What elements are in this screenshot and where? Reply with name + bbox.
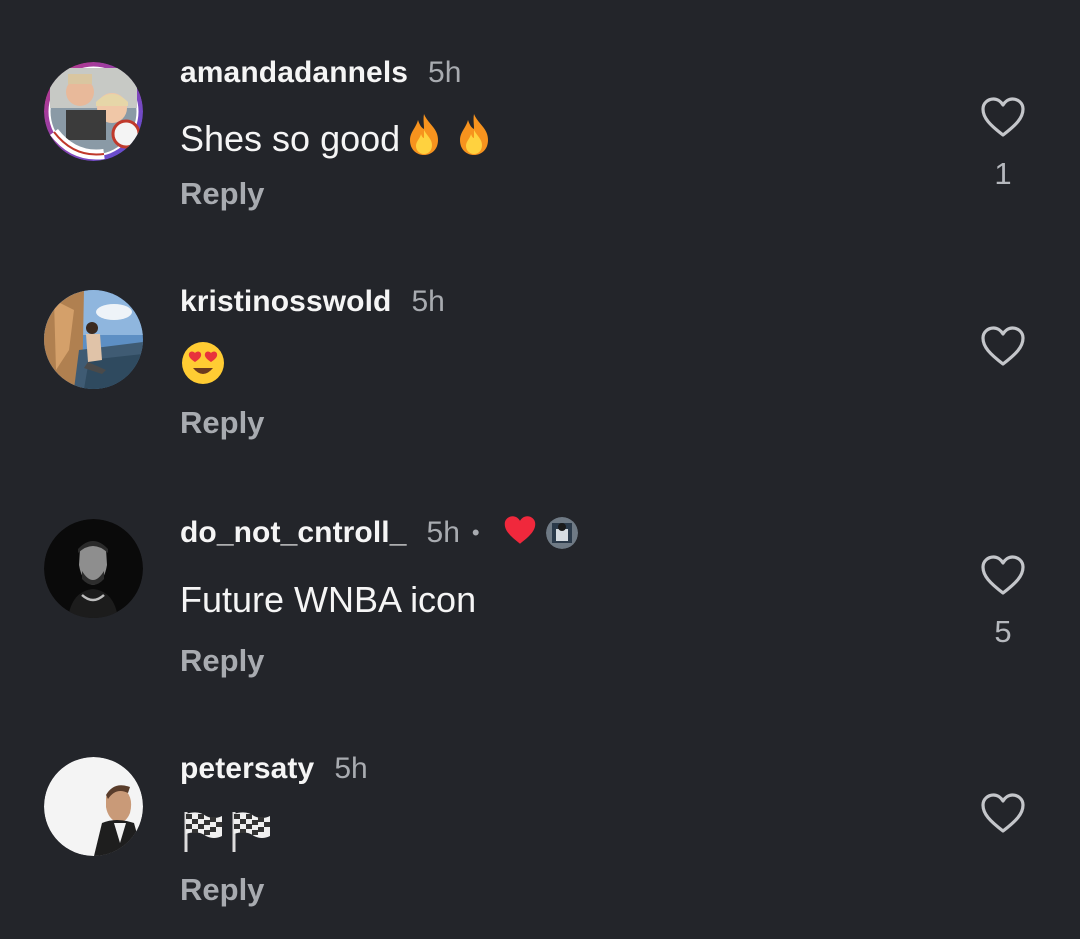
comment-username[interactable]: petersaty [180,752,314,786]
heart-filled-icon [502,514,538,551]
avatar[interactable] [44,757,143,856]
comment-username[interactable]: kristinosswold [180,285,391,319]
separator-dot: • [471,519,480,545]
heart-outline-icon[interactable] [980,792,1026,834]
comment-text: Future WNBA icon [180,579,477,620]
heart-outline-icon[interactable] [980,554,1026,596]
reply-button[interactable]: Reply [180,872,264,908]
creator-avatar [545,516,578,549]
avatar[interactable] [44,519,143,618]
comment-item: petersaty 5h Reply [0,0,1080,907]
comment-username[interactable]: do_not_cntroll_ [180,516,407,550]
comment-time: 5h [334,752,368,785]
avatar[interactable] [44,290,143,389]
checkered-flag-emoji [180,808,224,863]
heart-eyes-emoji [180,340,226,395]
checkered-flag-emoji [228,808,272,863]
reply-button[interactable]: Reply [180,405,264,441]
creator-liked-badge [502,514,578,551]
reply-button[interactable]: Reply [180,643,264,679]
comment-time: 5h [426,515,460,549]
like-count: 5 [994,614,1012,649]
comment-time: 5h [411,285,445,318]
heart-outline-icon[interactable] [980,325,1026,367]
